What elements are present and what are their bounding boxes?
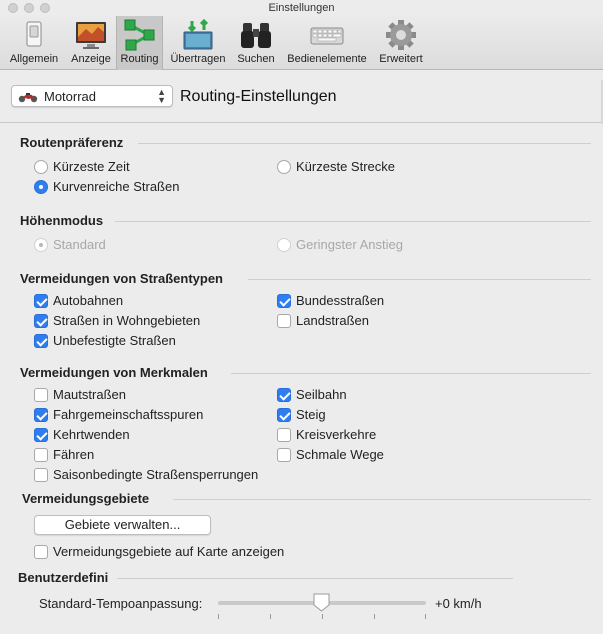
checkbox-indicator[interactable]: [277, 448, 291, 462]
slider-tick: [270, 614, 271, 619]
checkbox-label: Vermeidungsgebiete auf Karte anzeigen: [53, 544, 285, 559]
chevron-updown-icon: ▲ ▼: [157, 87, 166, 105]
divider: [231, 373, 591, 374]
radio-label: Standard: [53, 237, 106, 252]
tab-suchen[interactable]: Suchen: [233, 16, 279, 70]
zoom-window-button[interactable]: [40, 3, 50, 13]
checkbox-label: Schmale Wege: [296, 447, 384, 462]
transfer-icon: [183, 19, 213, 50]
group-title-elevation-mode: Höhenmodus: [20, 213, 104, 228]
radio-indicator[interactable]: [277, 160, 291, 174]
checkbox-indicator[interactable]: [277, 314, 291, 328]
speed-adjustment-value: +0 km/h: [435, 596, 482, 611]
radio-indicator[interactable]: [34, 238, 48, 252]
radio-indicator[interactable]: [277, 238, 291, 252]
radio-label: Kürzeste Zeit: [53, 159, 130, 174]
motorcycle-icon: [18, 93, 38, 103]
divider: [138, 143, 591, 144]
speed-adjustment-label: Standard-Tempoanpassung:: [39, 596, 203, 611]
routing-settings-panel: Routenpräferenz Kürzeste Zeit Kürzeste S…: [0, 124, 603, 634]
close-window-button[interactable]: [8, 3, 18, 13]
group-title-avoidance-areas: Vermeidungsgebiete: [22, 491, 150, 506]
radio-indicator[interactable]: [34, 160, 48, 174]
window-title: Einstellungen: [268, 2, 335, 14]
checkbox-indicator[interactable]: [34, 428, 48, 442]
checkbox-label: Kreisverkehre: [296, 427, 377, 442]
radio-label: Kurvenreiche Straßen: [53, 179, 180, 194]
slider-tick: [218, 614, 219, 619]
slider-tick: [425, 614, 426, 619]
vehicle-profile-select[interactable]: Motorrad ▲ ▼: [11, 85, 173, 107]
checkbox-indicator[interactable]: [277, 294, 291, 308]
gear-icon: [386, 20, 416, 50]
manage-areas-button[interactable]: Gebiete verwalten...: [34, 515, 211, 535]
divider: [248, 279, 591, 280]
tab-erweitert[interactable]: Erweitert: [374, 16, 428, 70]
checkbox-indicator[interactable]: [34, 468, 48, 482]
page-title: Routing-Einstellungen: [180, 88, 337, 105]
binoculars-icon: [241, 23, 271, 48]
preferences-toolbar: Allgemein Anzeige Routing Übertragen Suc…: [0, 16, 603, 70]
tab-label: Allgemein: [9, 53, 59, 65]
slider-tick: [322, 614, 323, 619]
divider: [115, 221, 591, 222]
tab-uebertragen[interactable]: Übertragen: [166, 16, 230, 70]
checkbox-indicator[interactable]: [277, 408, 291, 422]
radio-label: Geringster Anstieg: [296, 237, 403, 252]
slider-knob[interactable]: [313, 593, 330, 612]
checkbox-label: Kehrtwenden: [53, 427, 130, 442]
display-icon: [76, 22, 106, 49]
checkbox-label: Bundesstraßen: [296, 293, 385, 308]
switch-icon: [26, 21, 42, 47]
checkbox-label: Saisonbedingte Straßensperrungen: [53, 467, 259, 482]
divider: [173, 499, 591, 500]
divider: [117, 578, 513, 579]
slider-tick: [374, 614, 375, 619]
checkbox-indicator[interactable]: [34, 408, 48, 422]
tab-label: Suchen: [237, 53, 275, 65]
profile-bar: Motorrad ▲ ▼ Routing-Einstellungen: [0, 71, 603, 123]
checkbox-indicator[interactable]: [34, 388, 48, 402]
keyboard-icon: [310, 27, 344, 45]
tab-allgemein[interactable]: Allgemein: [3, 16, 65, 70]
checkbox-label: Fähren: [53, 447, 95, 462]
group-title-road-types: Vermeidungen von Straßentypen: [20, 271, 223, 286]
radio-indicator[interactable]: [34, 180, 48, 194]
tab-label: Erweitert: [379, 53, 423, 65]
checkbox-label: Steig: [296, 407, 326, 422]
checkbox-indicator[interactable]: [34, 545, 48, 559]
vehicle-profile-value: Motorrad: [44, 89, 97, 104]
tab-label: Routing: [120, 53, 159, 65]
title-bar: Einstellungen: [0, 0, 603, 16]
checkbox-label: Landstraßen: [296, 313, 369, 328]
checkbox-indicator[interactable]: [34, 294, 48, 308]
checkbox-indicator[interactable]: [34, 334, 48, 348]
checkbox-label: Mautstraßen: [53, 387, 126, 402]
checkbox-label: Unbefestigte Straßen: [53, 333, 176, 348]
tab-label: Übertragen: [170, 53, 226, 65]
checkbox-indicator[interactable]: [277, 388, 291, 402]
checkbox-indicator[interactable]: [34, 314, 48, 328]
minimize-window-button[interactable]: [24, 3, 34, 13]
checkbox-indicator[interactable]: [34, 448, 48, 462]
group-title-route-preference: Routenpräferenz: [20, 135, 124, 150]
checkbox-indicator[interactable]: [277, 428, 291, 442]
routing-icon: [124, 19, 154, 51]
tab-bedienelemente[interactable]: Bedienelemente: [282, 16, 372, 70]
tab-routing[interactable]: Routing: [116, 16, 163, 70]
radio-label: Kürzeste Strecke: [296, 159, 395, 174]
checkbox-label: Fahrgemeinschaftsspuren: [53, 407, 204, 422]
checkbox-label: Seilbahn: [296, 387, 347, 402]
group-title-features: Vermeidungen von Merkmalen: [20, 365, 208, 380]
group-title-custom: Benutzerdefini: [18, 570, 109, 585]
tab-label: Anzeige: [71, 53, 111, 65]
tab-anzeige[interactable]: Anzeige: [66, 16, 116, 70]
checkbox-label: Autobahnen: [53, 293, 124, 308]
checkbox-label: Straßen in Wohngebieten: [53, 313, 201, 328]
tab-label: Bedienelemente: [287, 53, 367, 65]
